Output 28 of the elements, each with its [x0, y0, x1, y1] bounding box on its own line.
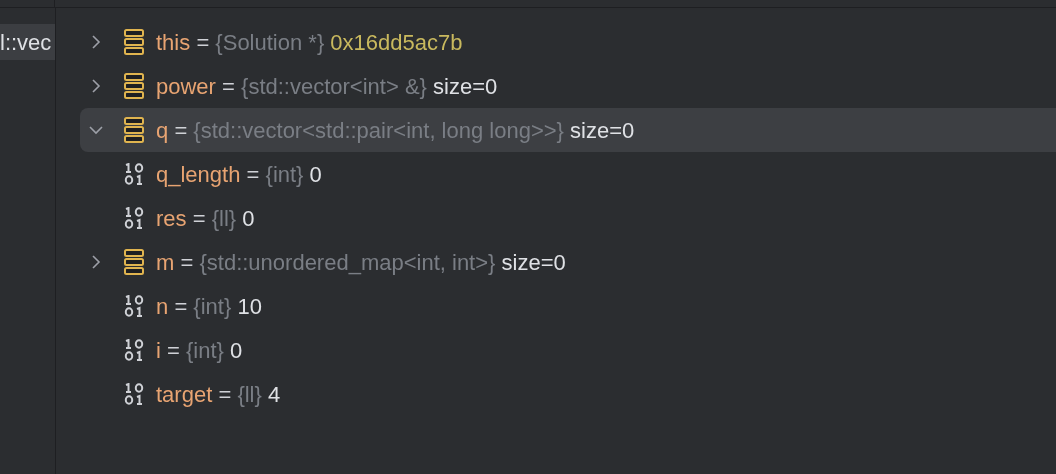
variable-row[interactable]: q = {std::vector<std::pair<int, long long>>} size=0: [80, 108, 1056, 152]
variable-row[interactable]: n = {int} 10: [80, 284, 1056, 328]
variable-row[interactable]: res = {ll} 0: [80, 196, 1056, 240]
variable-text: power = {std::vector<int> &} size=0: [156, 72, 498, 101]
variable-text: m = {std::unordered_map<int, int>} size=0: [156, 248, 566, 277]
variable-row[interactable]: this = {Solution *} 0x16dd5ac7b: [80, 20, 1056, 64]
variable-text: q = {std::vector<std::pair<int, long long>>} size=0: [156, 116, 635, 145]
variable-text: i = {int} 0: [156, 336, 243, 365]
binary-icon: [124, 163, 145, 185]
variable-row[interactable]: m = {std::unordered_map<int, int>} size=0: [80, 240, 1056, 284]
structure-icon: [124, 117, 144, 143]
structure-icon: [124, 249, 144, 275]
binary-icon: [124, 383, 145, 405]
variable-row[interactable]: i = {int} 0: [80, 328, 1056, 372]
editor-tab[interactable]: l::vec: [0, 24, 55, 60]
variable-row[interactable]: power = {std::vector<int> &} size=0: [80, 64, 1056, 108]
binary-icon: [124, 295, 145, 317]
variable-row[interactable]: target = {ll} 4: [80, 372, 1056, 416]
structure-icon: [124, 29, 144, 55]
binary-icon: [124, 339, 145, 361]
variable-text: res = {ll} 0: [156, 204, 255, 233]
variable-row[interactable]: q_length = {int} 0: [80, 152, 1056, 196]
variable-text: n = {int} 10: [156, 292, 262, 321]
binary-icon: [124, 207, 145, 229]
variable-text: this = {Solution *} 0x16dd5ac7b: [156, 28, 463, 57]
structure-icon: [124, 73, 144, 99]
variable-text: q_length = {int} 0: [156, 160, 322, 189]
variable-text: target = {ll} 4: [156, 380, 281, 409]
